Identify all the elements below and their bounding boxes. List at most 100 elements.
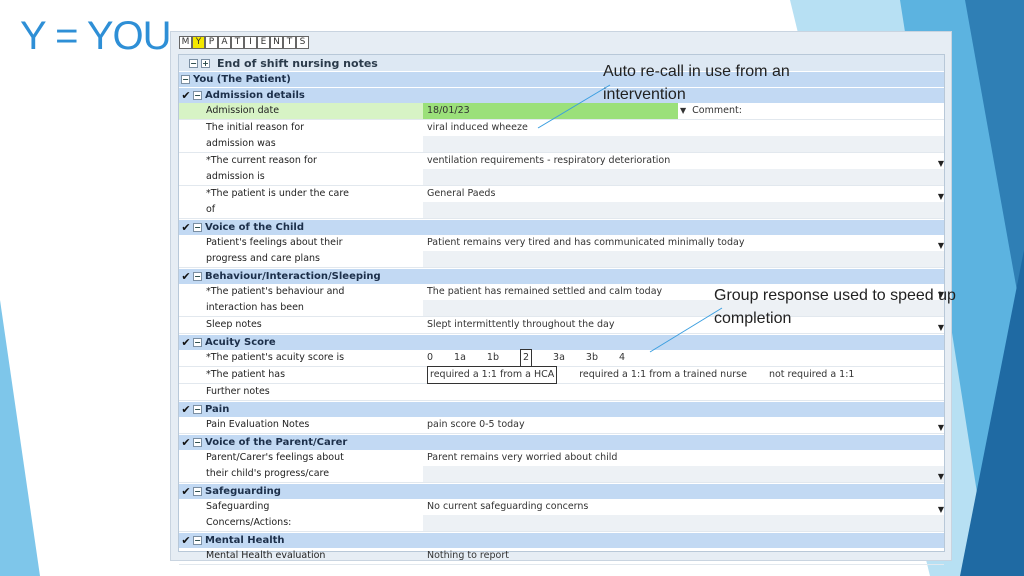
field-label: *The patient is under the care of — [179, 186, 423, 218]
checkmark-icon: ✔ — [181, 534, 191, 547]
field-label: Patient's feelings about their progress a… — [179, 235, 423, 267]
input-fill — [423, 466, 944, 482]
mental-health-cell: Nothing to report — [423, 548, 944, 564]
checkmark-icon: ✔ — [181, 336, 191, 349]
section-behaviour[interactable]: ✔ − Behaviour/Interaction/Sleeping — [179, 268, 944, 284]
initial-reason-input[interactable]: viral induced wheeze — [423, 120, 944, 136]
label-line-1: Safeguarding — [206, 501, 270, 512]
safeguarding-select[interactable]: No current safeguarding concerns — [423, 499, 944, 515]
label-line-2: their child's progress/care — [206, 468, 330, 479]
patient-has-option[interactable]: not required a 1:1 — [769, 367, 855, 383]
tab-a-3[interactable]: A — [218, 36, 231, 49]
collapse-icon[interactable]: − — [181, 75, 190, 84]
collapse-icon[interactable]: − — [193, 272, 202, 281]
acuity-option[interactable]: 1a — [454, 350, 466, 366]
section-parent-carer[interactable]: ✔ − Voice of the Parent/Carer — [179, 434, 944, 450]
label-line-1: *The current reason for — [206, 155, 317, 166]
tab-e-6[interactable]: E — [257, 36, 270, 49]
label-line-2: admission was — [206, 138, 276, 149]
field-label: Parent/Carer's feelings about their child… — [179, 450, 423, 482]
acuity-option[interactable]: 1b — [487, 350, 499, 366]
patient-has-options: required a 1:1 from a HCA required a 1:1 … — [423, 366, 944, 384]
patient-label: You (The Patient) — [193, 74, 291, 85]
mypatients-tab-bar: MYPATIENTS — [179, 36, 309, 49]
section-voice-of-child[interactable]: ✔ − Voice of the Child — [179, 219, 944, 235]
field-label: The initial reason for admission was — [179, 120, 423, 152]
input-fill — [423, 202, 944, 218]
section-acuity[interactable]: ✔ − Acuity Score — [179, 334, 944, 350]
pain-notes-select[interactable]: pain score 0-5 today — [423, 417, 944, 433]
collapse-icon[interactable]: − — [193, 405, 202, 414]
section-title: Safeguarding — [205, 486, 281, 497]
input-fill — [423, 515, 944, 531]
label-line-1: *The patient is under the care — [206, 188, 349, 199]
collapse-icon[interactable]: − — [189, 58, 198, 68]
form-title: End of shift nursing notes — [217, 56, 378, 70]
tab-t-4[interactable]: T — [231, 36, 244, 49]
collapse-icon[interactable]: − — [193, 91, 202, 100]
pain-notes-cell: pain score 0-5 today ▼ — [423, 417, 944, 433]
section-pain[interactable]: ✔ − Pain — [179, 401, 944, 417]
dropdown-arrow-icon[interactable]: ▼ — [938, 189, 944, 205]
collapse-icon[interactable]: − — [193, 438, 202, 447]
field-label: *The patient's acuity score is — [206, 352, 345, 363]
checkmark-icon: ✔ — [181, 221, 191, 234]
safeguarding-row: Safeguarding Concerns/Actions: No current… — [179, 499, 944, 532]
section-title: Voice of the Child — [205, 222, 305, 233]
checkmark-icon: ✔ — [181, 403, 191, 416]
dropdown-arrow-icon[interactable]: ▼ — [938, 502, 944, 518]
acuity-option[interactable]: 3a — [553, 350, 565, 366]
tab-m-0[interactable]: M — [179, 36, 192, 49]
further-notes-input[interactable] — [423, 384, 944, 400]
section-mental-health[interactable]: ✔ − Mental Health — [179, 532, 944, 548]
section-safeguarding[interactable]: ✔ − Safeguarding — [179, 483, 944, 499]
collapse-icon[interactable]: − — [193, 487, 202, 496]
acuity-option[interactable]: 4 — [619, 350, 625, 366]
expand-icon[interactable]: + — [201, 58, 210, 68]
tab-s-9[interactable]: S — [296, 36, 309, 49]
section-title: Mental Health — [205, 535, 285, 546]
current-reason-select[interactable]: ventilation requirements - respiratory d… — [423, 153, 944, 169]
patient-has-option[interactable]: required a 1:1 from a HCA — [427, 366, 558, 384]
label-line-2: interaction has been — [206, 302, 304, 313]
input-fill — [423, 251, 944, 267]
section-title: Behaviour/Interaction/Sleeping — [205, 271, 381, 282]
feelings-cell: Patient remains very tired and has commu… — [423, 235, 944, 267]
acuity-option[interactable]: 3b — [586, 350, 598, 366]
mental-health-input[interactable]: Nothing to report — [423, 548, 944, 564]
tab-n-7[interactable]: N — [270, 36, 283, 49]
label-line-2: progress and care plans — [206, 253, 320, 264]
dropdown-arrow-icon[interactable]: ▼ — [938, 238, 944, 254]
input-fill — [423, 136, 944, 152]
label-line-1: *The patient's behaviour and — [206, 286, 345, 297]
under-care-cell: General Paeds ▼ — [423, 186, 944, 218]
acuity-option[interactable]: 0 — [427, 350, 433, 366]
dropdown-arrow-icon[interactable]: ▼ — [938, 469, 944, 485]
field-label: *The patient has — [206, 369, 286, 380]
tab-p-2[interactable]: P — [205, 36, 218, 49]
current-reason-row: *The current reason for admission is vent… — [179, 153, 944, 186]
current-reason-cell: ventilation requirements - respiratory d… — [423, 153, 944, 185]
dropdown-arrow-icon[interactable]: ▼ — [938, 156, 944, 172]
label-line-2: of — [206, 204, 216, 215]
collapse-icon[interactable]: − — [193, 223, 202, 232]
further-notes-row: Further notes — [179, 384, 944, 401]
field-label: Further notes — [206, 386, 270, 397]
parent-feelings-input[interactable]: Parent remains very worried about child — [423, 450, 944, 466]
feelings-select[interactable]: Patient remains very tired and has commu… — [423, 235, 944, 251]
collapse-icon[interactable]: − — [193, 536, 202, 545]
acuity-score-cell: 0 1a 1b 2 3a 3b 4 — [423, 349, 944, 367]
collapse-icon[interactable]: − — [193, 338, 202, 347]
tab-t-8[interactable]: T — [283, 36, 296, 49]
label-line-1: Patient's feelings about their — [206, 237, 343, 248]
dropdown-arrow-icon[interactable]: ▼ — [938, 420, 944, 436]
tab-y-1[interactable]: Y — [192, 36, 205, 49]
acuity-option[interactable]: 2 — [520, 349, 533, 367]
tab-i-5[interactable]: I — [244, 36, 257, 49]
under-care-select[interactable]: General Paeds — [423, 186, 944, 202]
parent-feelings-cell: Parent remains very worried about child ▼ — [423, 450, 944, 482]
field-label: Safeguarding Concerns/Actions: — [179, 499, 423, 531]
input-fill — [423, 169, 944, 185]
patient-has-option[interactable]: required a 1:1 from a trained nurse — [579, 367, 747, 383]
label-line-2: admission is — [206, 171, 265, 182]
